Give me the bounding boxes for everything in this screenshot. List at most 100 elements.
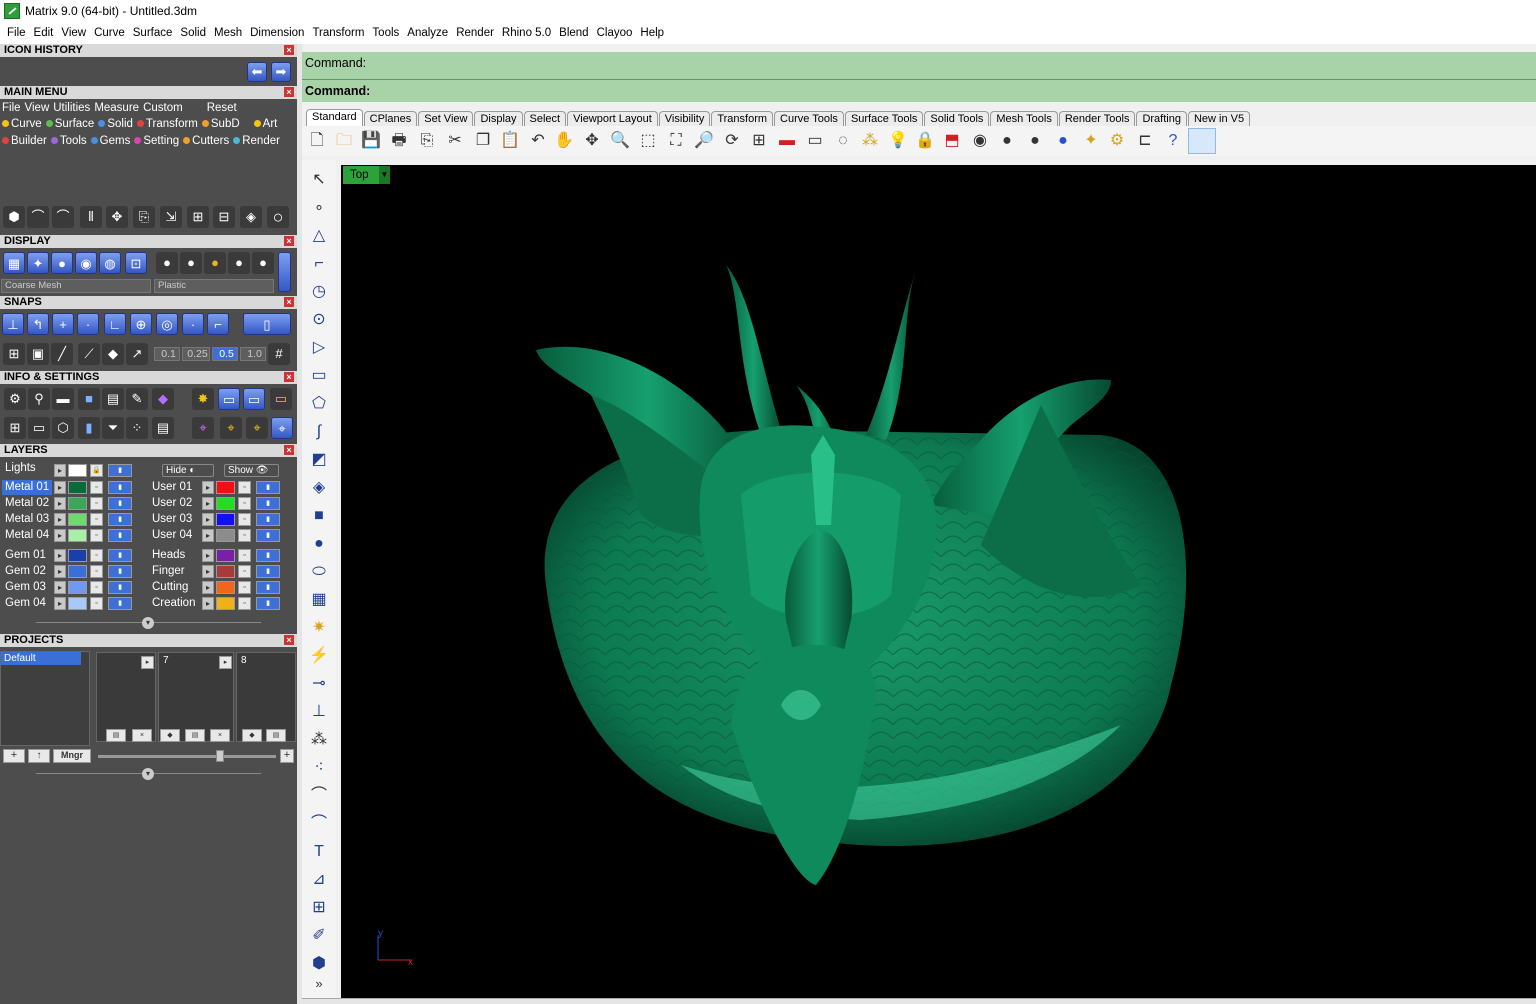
snap-value-10[interactable]: 1.0 (240, 347, 266, 361)
loft-icon[interactable]: ◈ (307, 476, 331, 500)
copy-icon[interactable]: ⎘ (133, 206, 155, 228)
main-menu-file[interactable]: File (2, 102, 21, 114)
layer-color-swatch[interactable] (68, 597, 87, 610)
menu-view[interactable]: View (57, 27, 90, 39)
layer-expand-icon[interactable]: ▸ (202, 581, 214, 594)
curve-offset-icon[interactable]: ⌒ (52, 206, 74, 228)
polyline-icon[interactable]: △ (307, 224, 331, 248)
color-wheel-icon[interactable]: ◉ (969, 130, 991, 152)
help-icon[interactable]: ? (1162, 130, 1184, 152)
layer-color-swatch[interactable] (216, 549, 235, 562)
layer-expand-icon[interactable]: ▸ (54, 597, 66, 610)
freeform-curve-icon[interactable]: ∫ (307, 420, 331, 444)
tab-set-view[interactable]: Set View (418, 111, 474, 126)
line-icon[interactable]: ╱ (51, 343, 73, 365)
snap-perp-icon[interactable]: ∟ (104, 313, 126, 335)
menu-transform[interactable]: Transform (308, 27, 368, 39)
add-button[interactable]: + (3, 749, 25, 763)
arc-icon[interactable]: ▷ (307, 336, 331, 360)
lock-icon[interactable]: ▫ (90, 581, 103, 594)
layer-expand-icon[interactable]: ▸ (54, 529, 66, 542)
play-icon[interactable]: ▸ (219, 656, 232, 669)
lock-icon[interactable]: ▫ (90, 529, 103, 542)
lock-icon[interactable]: ▫ (90, 497, 103, 510)
layer-visibility-toggle[interactable]: ▮ (256, 529, 280, 542)
tab-select[interactable]: Select (523, 111, 567, 126)
zoom-window-icon[interactable]: ⬚ (637, 130, 659, 152)
filter-icon[interactable]: ⏷ (102, 417, 124, 439)
text-icon[interactable]: T (307, 840, 331, 864)
gumball-icon[interactable]: ↗ (126, 343, 148, 365)
copy-icon[interactable]: ❐ (472, 130, 494, 152)
export-icon[interactable]: ⎘ (416, 130, 438, 152)
play-icon[interactable]: ▸ (141, 656, 154, 669)
snap-value-01[interactable]: 0.1 (154, 347, 180, 361)
grid-snap-icon[interactable]: # (268, 343, 290, 365)
display-scroll-button[interactable] (278, 252, 291, 292)
settings-icon[interactable]: ⚙ (4, 388, 26, 410)
delete-project-icon[interactable]: × (132, 729, 152, 742)
snap-center-icon[interactable]: ⊕ (130, 313, 152, 335)
dimension-tool-icon[interactable]: ⊿ (307, 868, 331, 892)
window-1-icon[interactable]: ▭ (218, 388, 240, 410)
circle-icon[interactable]: ◷ (307, 280, 331, 304)
close-icon[interactable]: × (284, 87, 294, 97)
layer-user-02[interactable]: User 02 (149, 496, 192, 511)
layer-color-swatch[interactable] (68, 481, 87, 494)
save-icon[interactable]: 💾 (360, 130, 382, 152)
group-icon[interactable]: ⊞ (187, 206, 209, 228)
sphere-white-icon[interactable]: ● (996, 130, 1018, 152)
cursor-pink-icon[interactable]: ⌖ (192, 417, 214, 439)
snap-value-05[interactable]: 0.5 (212, 347, 238, 361)
gem-tool-icon[interactable]: ◈ (240, 206, 262, 228)
ring-icon[interactable]: ○ (267, 206, 289, 228)
layer-color-swatch[interactable] (68, 549, 87, 562)
shaded-mode-icon[interactable]: ● (51, 252, 73, 274)
xray-mode-icon[interactable]: ⊡ (125, 252, 147, 274)
layer-expand-icon[interactable]: ▸ (202, 597, 214, 610)
lock-icon[interactable]: ▫ (238, 565, 251, 578)
ortho-icon[interactable]: ⟋ (78, 343, 100, 365)
dragon-ring-model[interactable]: x y (341, 165, 1536, 998)
zoom-icon[interactable]: 🔍 (609, 130, 631, 152)
gem-purple-icon[interactable]: ◆ (152, 388, 174, 410)
layer-color-swatch[interactable] (216, 481, 235, 494)
layer-visibility-toggle[interactable]: ▮ (108, 513, 132, 526)
group-objects-icon[interactable]: ⁖ (307, 756, 331, 780)
menu-tools-item[interactable]: Tools (50, 135, 87, 147)
more-tools-button[interactable]: » (307, 972, 331, 996)
cut-icon[interactable]: ✂ (444, 130, 466, 152)
tab-display[interactable]: Display (474, 111, 523, 126)
polygon-icon[interactable]: ⬠ (307, 392, 331, 416)
new-file-icon[interactable]: 🗋 (306, 130, 328, 152)
menu-render[interactable]: Render (452, 27, 498, 39)
curve-icon[interactable]: ⌒ (27, 206, 49, 228)
join-icon[interactable]: ⊸ (307, 672, 331, 696)
layer-color-swatch[interactable] (216, 565, 235, 578)
tab-surface-tools[interactable]: Surface Tools (844, 111, 924, 126)
mesh-icon[interactable]: ▦ (307, 588, 331, 612)
save-project-3-icon[interactable]: ▤ (266, 729, 286, 742)
ellipse-icon[interactable]: ⊙ (307, 308, 331, 332)
layer-visibility-toggle[interactable]: ▮ (256, 481, 280, 494)
add-project-icon[interactable]: ◆ (160, 729, 180, 742)
layer-cutting[interactable]: Cutting (149, 580, 188, 595)
layer-user-04[interactable]: User 04 (149, 528, 192, 543)
layer-color-swatch[interactable] (68, 529, 87, 542)
rotate-view-icon[interactable]: ⟳ (721, 130, 743, 152)
main-menu-custom[interactable]: Custom (143, 102, 183, 114)
extend-icon[interactable]: ⊥ (307, 700, 331, 724)
layer-visibility-toggle[interactable]: ▮ (108, 597, 132, 610)
lock-icon[interactable]: 🔒 (914, 130, 936, 152)
layer-expand-icon[interactable]: ▸ (202, 549, 214, 562)
layer-expand-icon[interactable]: ▸ (202, 565, 214, 578)
menu-solid-item[interactable]: Solid (98, 118, 133, 130)
properties-icon[interactable]: ▤ (152, 417, 174, 439)
layer-expand-icon[interactable]: ▸ (54, 549, 66, 562)
layer-gem-02[interactable]: Gem 02 (2, 564, 46, 579)
lights-expand-icon[interactable]: ▸ (54, 464, 66, 477)
menu-subd-item[interactable]: SubD (201, 118, 240, 130)
surface-icon[interactable]: ◩ (307, 448, 331, 472)
tab-curve-tools[interactable]: Curve Tools (774, 111, 844, 126)
zoom-extents-icon[interactable]: ⛶ (665, 130, 687, 152)
